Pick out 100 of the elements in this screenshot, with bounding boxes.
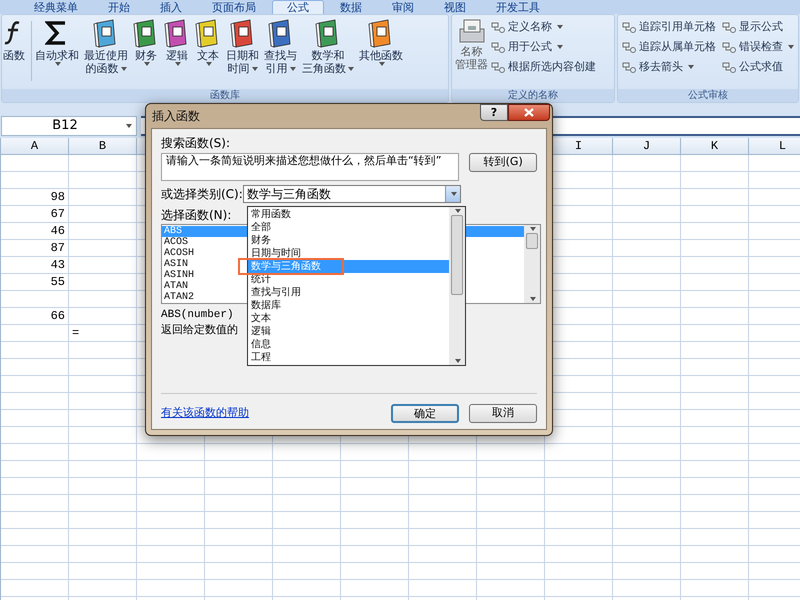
table-cell bbox=[681, 393, 749, 410]
ribbon-small-button[interactable]: 定义名称 bbox=[491, 17, 596, 37]
table-cell bbox=[1, 393, 69, 410]
ribbon-small-button[interactable]: 用于公式 bbox=[491, 37, 596, 57]
table-cell bbox=[477, 444, 545, 461]
scrollbar[interactable] bbox=[524, 225, 540, 303]
category-option[interactable]: 全部 bbox=[248, 221, 449, 234]
ribbon-small-button[interactable]: 追踪从属单元格 bbox=[622, 37, 716, 57]
ribbon-tab[interactable]: 页面布局 bbox=[198, 0, 270, 14]
category-option[interactable]: 信息 bbox=[248, 338, 449, 351]
button-label: 查找与 引用 bbox=[264, 49, 297, 75]
scrollbar-thumb[interactable] bbox=[526, 233, 538, 249]
table-cell bbox=[341, 461, 409, 478]
name-manager-button[interactable]: 名称 管理器 bbox=[455, 17, 488, 77]
caret-icon bbox=[348, 66, 354, 71]
table-cell bbox=[477, 546, 545, 563]
cancel-button[interactable]: 取消 bbox=[469, 404, 537, 423]
column-header[interactable]: J bbox=[613, 138, 681, 154]
table-cell bbox=[137, 444, 205, 461]
name-box[interactable]: B12 bbox=[1, 116, 137, 136]
caret-icon bbox=[455, 209, 461, 213]
table-cell bbox=[205, 546, 273, 563]
function-label: 选择函数(N): bbox=[161, 207, 232, 223]
table-cell bbox=[613, 410, 681, 427]
ribbon-small-button[interactable]: 根据所选内容创建 bbox=[491, 57, 596, 77]
table-cell bbox=[681, 512, 749, 529]
caret-icon bbox=[290, 66, 296, 71]
category-select[interactable]: 数学与三角函数 bbox=[243, 185, 461, 203]
table-cell bbox=[341, 546, 409, 563]
ribbon-button[interactable]: 财务 bbox=[132, 17, 160, 66]
table-cell bbox=[1, 376, 69, 393]
table-cell bbox=[613, 376, 681, 393]
ribbon-small-button[interactable]: 移去箭头 bbox=[622, 57, 716, 77]
table-cell bbox=[613, 461, 681, 478]
scrollbar-thumb[interactable] bbox=[451, 215, 463, 295]
table-cell bbox=[545, 563, 613, 580]
ribbon-button[interactable]: 数学和 三角函数 bbox=[301, 17, 355, 75]
ribbon-small-button[interactable]: 显示公式 bbox=[722, 17, 794, 37]
go-button[interactable]: 转到(G) bbox=[469, 153, 537, 172]
ribbon-tab[interactable]: 经典菜单 bbox=[20, 0, 92, 14]
table-cell bbox=[613, 580, 681, 597]
category-option[interactable]: 逻辑 bbox=[248, 325, 449, 338]
ribbon-button[interactable]: 函数 bbox=[2, 17, 26, 62]
help-link[interactable]: 有关该函数的帮助 bbox=[161, 405, 391, 422]
table-cell bbox=[205, 512, 273, 529]
category-option[interactable]: 数据库 bbox=[248, 299, 449, 312]
ribbon-small-button[interactable]: 追踪引用单元格 bbox=[622, 17, 716, 37]
table-cell bbox=[613, 223, 681, 240]
table-cell bbox=[1, 529, 69, 546]
ribbon-button[interactable]: 日期和 时间 bbox=[225, 17, 260, 75]
ok-button[interactable]: 确定 bbox=[391, 404, 459, 423]
group-label: 定义的名称 bbox=[452, 89, 614, 102]
ribbon-tab[interactable]: 审阅 bbox=[378, 0, 428, 14]
category-option[interactable]: 文本 bbox=[248, 312, 449, 325]
caret-icon bbox=[120, 66, 126, 71]
table-cell bbox=[681, 325, 749, 342]
button-label: 名称 管理器 bbox=[455, 45, 488, 71]
column-header[interactable]: B bbox=[69, 138, 137, 154]
ribbon-tab[interactable]: 公式 bbox=[272, 0, 324, 14]
table-cell bbox=[681, 308, 749, 325]
caret-icon bbox=[557, 45, 563, 49]
table-cell bbox=[681, 563, 749, 580]
ribbon-button[interactable]: 自动求和 bbox=[34, 17, 80, 66]
ribbon-tab[interactable]: 插入 bbox=[146, 0, 196, 14]
ribbon-tab[interactable]: 视图 bbox=[430, 0, 480, 14]
caret-icon bbox=[530, 227, 536, 231]
search-field[interactable]: 请输入一条简短说明来描述您想做什么，然后单击“转到” bbox=[161, 153, 460, 181]
table-cell: 98 bbox=[1, 189, 69, 206]
category-option[interactable]: 常用函数 bbox=[248, 208, 449, 221]
table-cell bbox=[137, 580, 205, 597]
table-cell bbox=[613, 342, 681, 359]
ribbon-tab[interactable]: 开发工具 bbox=[482, 0, 554, 14]
ribbon-button[interactable]: 其他函数 bbox=[358, 17, 404, 66]
button-label: 自动求和 bbox=[35, 49, 79, 62]
ribbon-small-button[interactable]: 公式求值 bbox=[722, 57, 794, 77]
category-option[interactable]: 日期与时间 bbox=[248, 247, 449, 260]
category-option[interactable]: 财务 bbox=[248, 234, 449, 247]
category-option[interactable]: 工程 bbox=[248, 351, 449, 364]
table-cell bbox=[1, 155, 69, 172]
table-cell bbox=[545, 478, 613, 495]
table-cell bbox=[409, 563, 477, 580]
ribbon-button[interactable]: 最近使用 的函数 bbox=[83, 17, 129, 75]
close-button[interactable] bbox=[508, 104, 550, 121]
column-header[interactable]: A bbox=[1, 138, 69, 154]
ribbon-button[interactable]: 查找与 引用 bbox=[263, 17, 298, 75]
column-header[interactable]: K bbox=[681, 138, 749, 154]
category-option[interactable]: 查找与引用 bbox=[248, 286, 449, 299]
ribbon-small-button[interactable]: 错误检查 bbox=[722, 37, 794, 57]
ribbon-tab[interactable]: 数据 bbox=[326, 0, 376, 14]
scrollbar[interactable] bbox=[449, 207, 465, 365]
caret-icon bbox=[688, 65, 694, 69]
ribbon-button[interactable]: 逻辑 bbox=[163, 17, 191, 66]
ribbon-button[interactable]: 文本 bbox=[194, 17, 222, 66]
table-cell bbox=[613, 291, 681, 308]
help-button[interactable]: ? bbox=[480, 104, 508, 121]
table-cell bbox=[409, 512, 477, 529]
ribbon-tab[interactable]: 开始 bbox=[94, 0, 144, 14]
book-icon bbox=[268, 18, 294, 48]
button-label: 逻辑 bbox=[166, 49, 188, 62]
column-header[interactable]: L bbox=[749, 138, 800, 154]
